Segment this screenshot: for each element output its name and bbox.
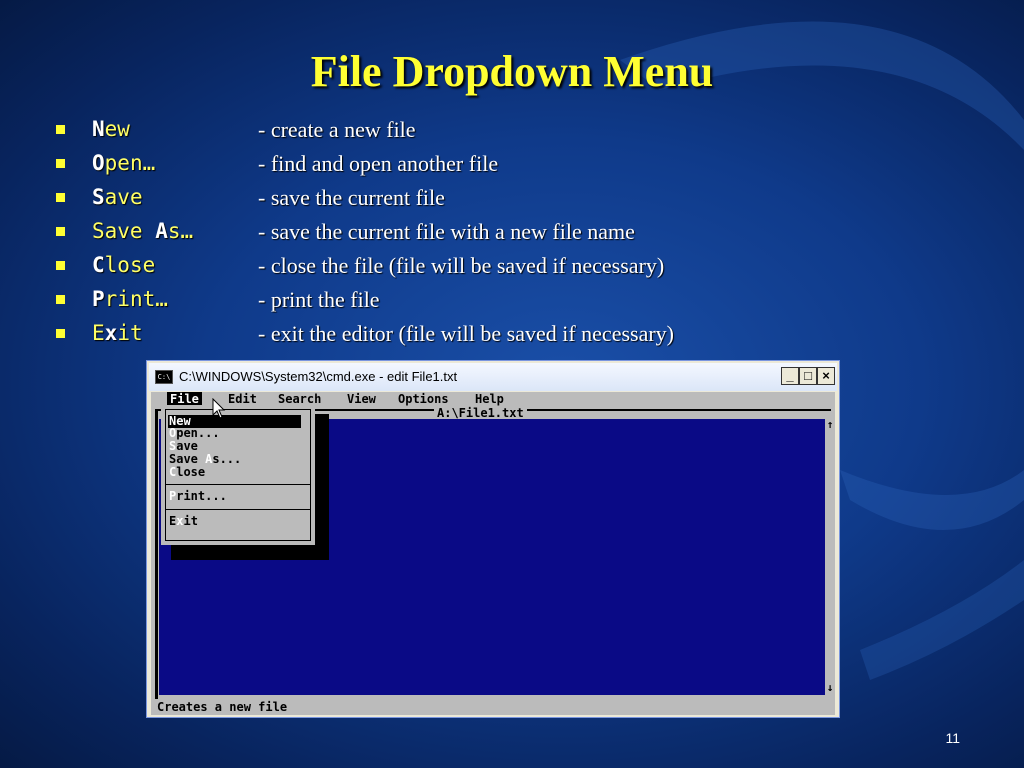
document-title: A:\File1.txt [434,407,527,419]
bullet-item: Close - close the file (file will be sav… [54,251,954,285]
file-dropdown-menu: New Open... Save Save As... Close Print.… [161,405,315,545]
bullet-item: Print… - print the file [54,285,954,319]
menu-options[interactable]: Options [395,392,452,406]
editor-menubar: File Edit Search View Options Help [151,392,835,406]
menu-file[interactable]: File [167,392,202,406]
command-name: Print… [92,287,168,311]
window-title: C:\WINDOWS\System32\cmd.exe - edit File1… [179,369,458,384]
maximize-button[interactable]: □ [799,367,817,385]
bullet-item: Open… - find and open another file [54,149,954,183]
square-bullet-icon [56,227,65,236]
bullet-item: New - create a new file [54,115,954,149]
close-button[interactable]: × [817,367,835,385]
command-description: - find and open another file [258,151,499,176]
command-description: - save the current file [258,185,445,210]
square-bullet-icon [56,159,65,168]
square-bullet-icon [56,295,65,304]
command-description: - close the file (file will be saved if … [258,253,665,278]
square-bullet-icon [56,261,65,270]
square-bullet-icon [56,125,65,134]
square-bullet-icon [56,193,65,202]
menu-help[interactable]: Help [472,392,507,406]
cmd-window-icon[interactable]: C:\ [155,370,173,384]
menu-separator [165,484,311,485]
menu-edit[interactable]: Edit [225,392,260,406]
command-name: Close [92,253,156,277]
menu-search[interactable]: Search [275,392,324,406]
square-bullet-icon [56,329,65,338]
window-titlebar[interactable]: C:\ C:\WINDOWS\System32\cmd.exe - edit F… [149,363,837,391]
scroll-down-arrow-icon[interactable]: ↓ [825,682,835,694]
command-name: Exit [92,321,143,345]
bullet-item: Save As… - save the current file with a … [54,217,954,251]
mouse-pointer-icon [212,398,226,419]
vertical-scrollbar[interactable] [825,419,835,695]
console-area: File Edit Search View Options Help A:\Fi… [151,392,835,715]
menu-item-exit[interactable]: Exit [168,515,301,528]
command-description: - print the file [258,287,380,312]
bullet-item: Save - save the current file [54,183,954,217]
console-window: C:\ C:\WINDOWS\System32\cmd.exe - edit F… [146,360,840,718]
page-number: 11 [945,730,960,746]
slide-title: File Dropdown Menu [310,47,714,96]
scroll-up-arrow-icon[interactable]: ↑ [825,419,835,431]
menu-separator [165,509,311,510]
status-bar: Creates a new file [151,699,835,715]
command-description: - create a new file [258,117,416,142]
bullet-item: Exit - exit the editor (file will be sav… [54,319,954,353]
menu-item-print[interactable]: Print... [168,490,301,503]
command-name: Save As… [92,219,194,243]
command-name: Open… [92,151,156,175]
bullet-list: New - create a new file Open… - find and… [54,115,954,353]
command-description: - exit the editor (file will be saved if… [258,321,675,346]
command-name: Save [92,185,143,209]
menu-item-close[interactable]: Close [168,466,301,479]
menu-view[interactable]: View [344,392,379,406]
minimize-button[interactable]: _ [781,367,799,385]
command-name: New [92,117,130,141]
command-description: - save the current file with a new file … [258,219,635,244]
